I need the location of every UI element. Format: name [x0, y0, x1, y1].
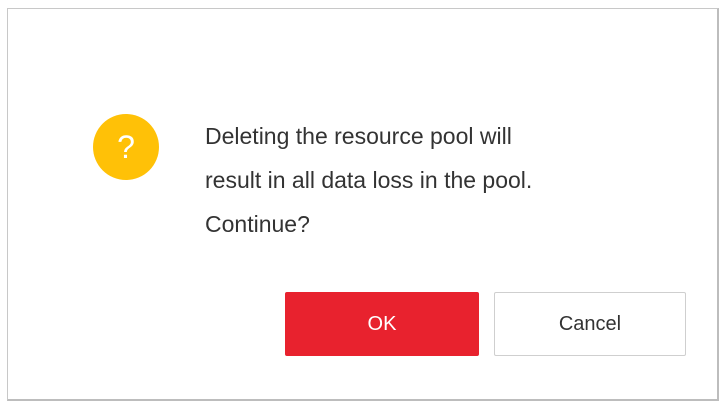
cancel-button-label: Cancel	[558, 312, 622, 335]
ok-button-label: OK	[367, 312, 397, 335]
confirm-delete-dialog: ? Deleting the resource pool will result…	[7, 8, 719, 401]
cancel-button[interactable]: Cancel	[494, 292, 686, 356]
question-icon: ?	[93, 114, 159, 180]
message-line-3: Continue?	[205, 211, 310, 237]
dialog-message: Deleting the resource pool will result i…	[205, 114, 685, 246]
question-icon-glyph: ?	[117, 129, 135, 165]
message-line-2: result in all data loss in the pool.	[205, 167, 533, 193]
message-line-1: Deleting the resource pool will	[205, 123, 512, 149]
ok-button[interactable]: OK	[285, 292, 479, 356]
